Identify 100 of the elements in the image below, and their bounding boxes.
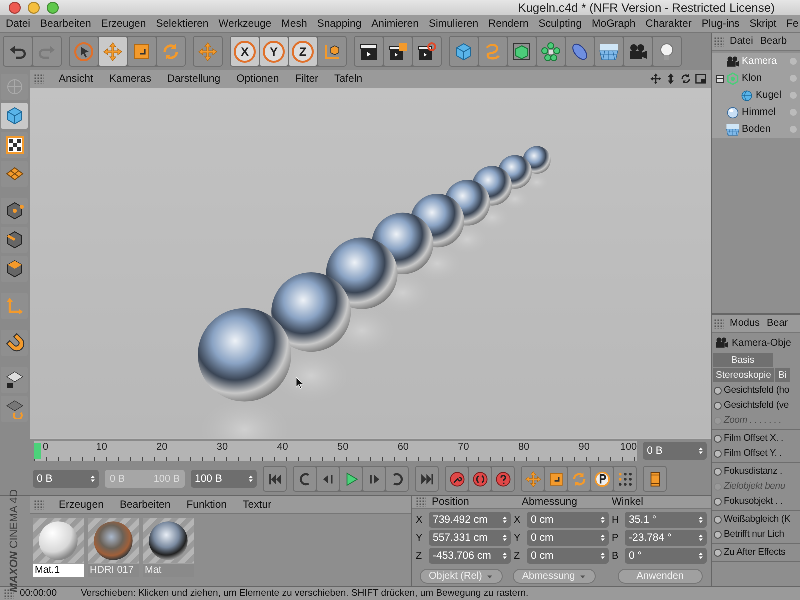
menu-item[interactable]: Snapping [316, 18, 363, 30]
value-field[interactable]: 0 cm [527, 548, 609, 564]
value-field[interactable]: -23.784 ° [625, 530, 707, 546]
menu-item[interactable]: Bearbeiten [118, 498, 172, 510]
menu-item[interactable]: MoGraph [590, 18, 637, 30]
radio-button[interactable] [714, 548, 722, 556]
transport-button[interactable] [591, 467, 613, 492]
property-label: Gesichtsfeld (ve [724, 400, 789, 411]
grip-icon [714, 318, 724, 328]
material-swatch[interactable]: Mat.1 [33, 518, 84, 577]
menu-item[interactable]: Selektieren [155, 18, 210, 30]
menu-item[interactable]: Charakter [644, 18, 693, 30]
menu-item[interactable]: Sculpting [538, 18, 583, 30]
spinner-arrows-icon [599, 551, 607, 561]
menu-item[interactable]: Bearb [759, 36, 788, 47]
property-label: Zoom . . . . . . . [724, 415, 782, 426]
menu-item[interactable]: Darstellung [166, 72, 222, 85]
axis-lock-button[interactable]: Z [289, 37, 317, 66]
axis-label: X [416, 514, 424, 526]
material-preview-drawing [143, 518, 194, 564]
object-name[interactable]: Klon [742, 73, 762, 84]
menu-item[interactable]: Plug-ins [700, 18, 741, 30]
pointer-icon [74, 42, 94, 62]
menu-item[interactable]: Optionen [236, 72, 280, 85]
menu-item[interactable]: Filter [294, 72, 320, 85]
visibility-dot[interactable] [790, 75, 797, 82]
menu-item[interactable]: Animieren [370, 18, 420, 30]
value-field[interactable]: -453.706 cm [429, 548, 511, 564]
tool-button[interactable] [1, 227, 28, 253]
radio-button[interactable] [714, 468, 722, 476]
menu-item[interactable]: Erzeugen [58, 498, 105, 510]
axis-lock-button[interactable]: Y [260, 37, 288, 66]
toolbar-button[interactable] [508, 37, 536, 66]
property-label: Film Offset X. . [724, 433, 784, 444]
tool-button[interactable] [1, 256, 28, 282]
value-field[interactable]: 739.492 cm [429, 512, 511, 528]
radio-button[interactable] [714, 386, 722, 394]
window-control-button[interactable] [28, 2, 40, 14]
scale-icon [132, 42, 152, 62]
toolbar-button[interactable] [384, 37, 412, 66]
expand-toggle[interactable] [716, 74, 724, 82]
menu-item[interactable]: Simulieren [428, 18, 480, 30]
end-frame-field[interactable]: 100 B [191, 470, 257, 488]
visibility-dot[interactable] [790, 109, 797, 116]
menu-item[interactable]: Rendern [488, 18, 530, 30]
menu-item[interactable]: Mesh [280, 18, 308, 30]
locked-grid-icon [4, 370, 24, 390]
visibility-dot[interactable] [790, 92, 797, 99]
tick-label: 20 [156, 442, 168, 454]
object-name[interactable]: Kugel [756, 90, 782, 101]
menu-item[interactable]: Modus [729, 318, 762, 329]
window-control-button[interactable] [9, 2, 21, 14]
menu-item[interactable]: Bearbeiten [40, 18, 92, 30]
tab[interactable]: Bi [775, 368, 790, 382]
tool-button[interactable] [1, 367, 28, 393]
radio-button[interactable] [714, 516, 722, 524]
menu-item[interactable]: Ansicht [58, 72, 94, 85]
tab[interactable]: Basis [713, 353, 773, 367]
tab[interactable]: Stereoskopie [713, 368, 774, 382]
visibility-dot[interactable] [790, 126, 797, 133]
menu-item[interactable]: Textur [242, 498, 273, 510]
axis-lock-button[interactable]: X [231, 37, 259, 66]
material-name: Mat [143, 564, 194, 577]
tool-button[interactable] [1, 330, 28, 356]
menu-item[interactable]: Bear [766, 318, 790, 329]
menu-item[interactable]: Kameras [108, 72, 152, 85]
radio-button[interactable] [714, 498, 722, 506]
tick-label: 40 [276, 442, 288, 454]
value-field[interactable]: 0 ° [625, 548, 707, 564]
tool-button[interactable] [1, 132, 28, 158]
menu-item[interactable]: Datei [5, 18, 32, 30]
visibility-dot[interactable] [790, 58, 797, 65]
toolbar-button[interactable] [413, 37, 441, 66]
tool-button[interactable] [1, 198, 28, 224]
start-frame-field[interactable]: 0 B [33, 470, 99, 488]
menu-item[interactable]: Tafeln [334, 72, 364, 85]
menu-item[interactable]: Datei [729, 36, 754, 47]
timeline-ruler[interactable]: 0 10 20 30 40 50 60 70 80 90 100 [34, 441, 638, 462]
menu-item[interactable]: Erzeugen [100, 18, 148, 30]
clapperboard-icon [417, 42, 437, 62]
scale-icon [548, 470, 564, 488]
menu-item[interactable]: Skript [748, 18, 778, 30]
playhead-marker[interactable] [34, 443, 41, 460]
radio-button[interactable] [714, 450, 722, 458]
window-control-button[interactable] [47, 2, 59, 14]
cube-icon [4, 106, 24, 126]
toolbar-button[interactable] [355, 37, 383, 66]
frame-field[interactable]: 0 B [643, 442, 707, 460]
menu-item[interactable]: Funktion [186, 498, 228, 510]
value-field[interactable]: 35.1 ° [625, 512, 707, 528]
radio-button[interactable] [714, 530, 722, 538]
value-field[interactable]: 557.331 cm [429, 530, 511, 546]
menu-item[interactable]: Werkzeuge [218, 18, 273, 30]
radio-button[interactable] [714, 434, 722, 442]
menu-item[interactable]: Fe [786, 18, 800, 30]
property-label: Zielobjekt benu [724, 481, 786, 492]
value-field[interactable]: 0 cm [527, 530, 609, 546]
value-field[interactable]: 0 cm [527, 512, 609, 528]
column-header: Position [432, 496, 470, 508]
radio-button[interactable] [714, 402, 722, 410]
